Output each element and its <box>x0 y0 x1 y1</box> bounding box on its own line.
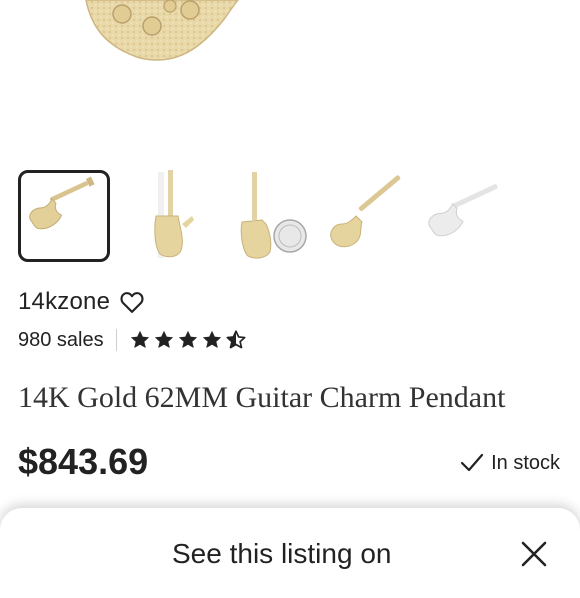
rating-stars[interactable] <box>129 329 249 351</box>
divider <box>115 329 117 351</box>
guitar-thumbnail-image <box>240 172 307 259</box>
heart-outline-icon[interactable] <box>118 288 146 316</box>
thumbnail-4[interactable] <box>318 168 410 260</box>
guitar-thumbnail-image <box>428 184 498 237</box>
thumbnail-1[interactable] <box>18 170 110 262</box>
star-half-icon <box>226 330 246 349</box>
close-icon[interactable] <box>518 538 550 570</box>
guitar-body-image <box>85 0 240 61</box>
thumbnail-5[interactable] <box>418 168 510 260</box>
star-full-icon <box>154 331 173 348</box>
star-full-icon <box>202 331 221 348</box>
guitar-thumbnail-image <box>154 170 194 258</box>
thumbnail-3[interactable] <box>226 168 318 260</box>
guitar-thumbnail-image <box>29 176 95 230</box>
guitar-thumbnail-image <box>330 175 401 248</box>
shop-row: 14kzone <box>18 286 146 318</box>
app-prompt-sheet: See this listing on <box>0 508 580 598</box>
checkmark-icon <box>460 453 484 472</box>
thumbnail-2[interactable] <box>134 168 226 260</box>
product-main-image[interactable] <box>0 0 580 140</box>
listing-title: 14K Gold 62MM Guitar Charm Pendant <box>18 381 506 414</box>
price: $843.69 <box>18 441 149 482</box>
sheet-message: See this listing on <box>172 538 392 569</box>
shop-name-link[interactable]: 14kzone <box>18 288 110 316</box>
star-full-icon <box>130 331 149 348</box>
stock-status: In stock <box>459 448 560 478</box>
sales-rating-row: 980 sales <box>18 326 249 354</box>
stock-label: In stock <box>491 451 560 474</box>
star-full-icon <box>178 331 197 348</box>
sales-count: 980 sales <box>18 328 104 351</box>
thumbnail-strip <box>0 168 580 264</box>
